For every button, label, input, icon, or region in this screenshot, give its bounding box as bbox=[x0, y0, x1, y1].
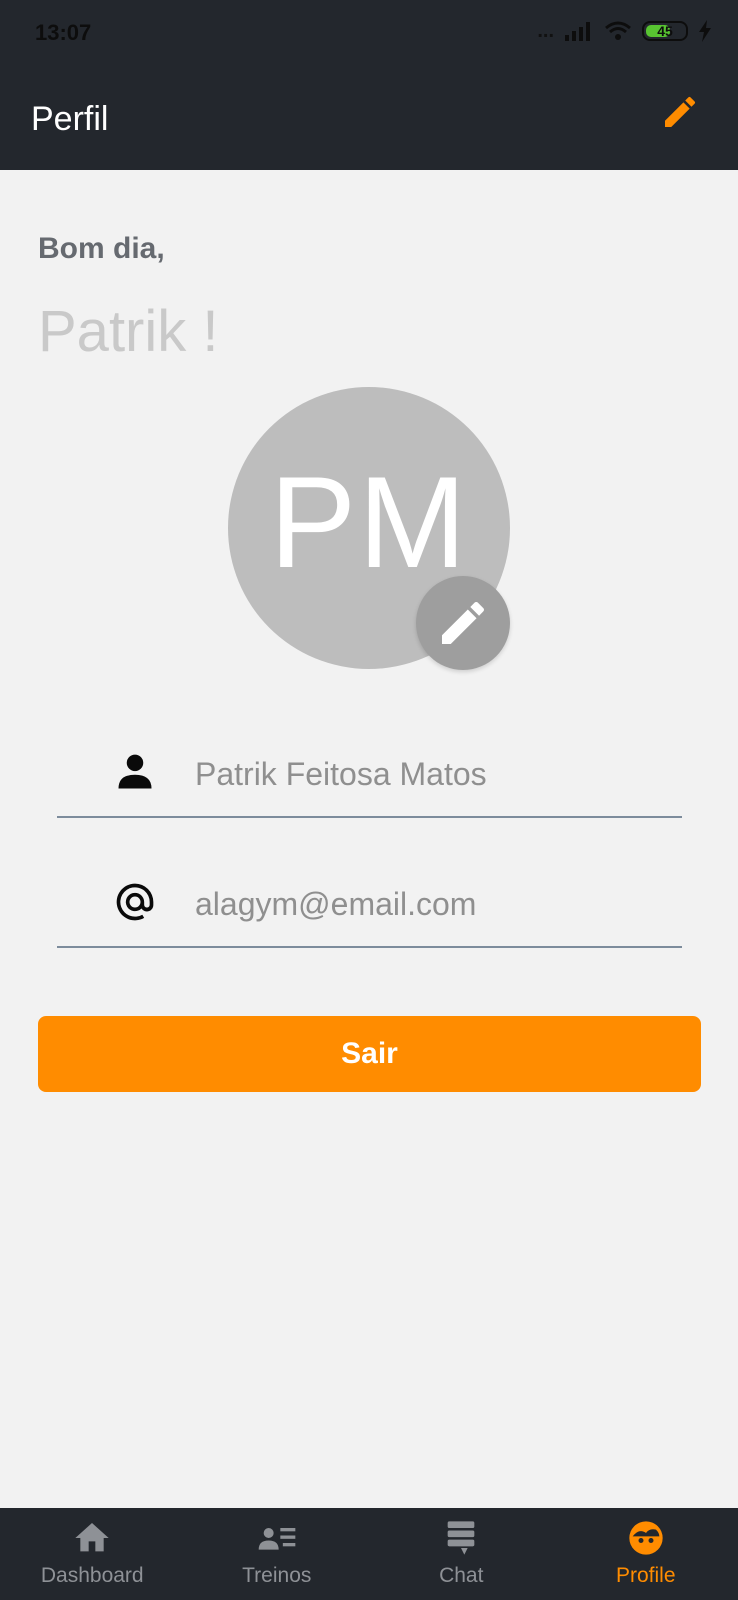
pencil-icon[interactable] bbox=[660, 92, 700, 132]
nav-item-treinos[interactable]: Treinos bbox=[185, 1508, 370, 1600]
avatar-initials: PM bbox=[269, 449, 469, 595]
status-icons: ... 45 bbox=[537, 20, 712, 42]
dots-icon: ... bbox=[537, 20, 554, 42]
nav-label-dashboard: Dashboard bbox=[40, 1564, 144, 1587]
battery-level: 45 bbox=[657, 23, 673, 39]
page-title: Perfil bbox=[31, 100, 109, 138]
greeting-text: Bom dia, bbox=[38, 232, 165, 265]
pencil-icon bbox=[442, 601, 485, 644]
email-field[interactable]: alagym@email.com bbox=[57, 856, 682, 948]
charging-icon bbox=[699, 20, 711, 42]
name-value: Patrik Feitosa Matos bbox=[195, 756, 487, 792]
status-time: 13:07 bbox=[35, 20, 92, 45]
nav-item-dashboard[interactable]: Dashboard bbox=[0, 1508, 185, 1600]
person-icon bbox=[118, 754, 152, 789]
top-app-bar: 13:07 ... 45 Perfil bbox=[0, 0, 738, 170]
signal-icon bbox=[565, 22, 590, 41]
chat-icon bbox=[447, 1521, 475, 1555]
bottom-nav: Dashboard Treinos Chat Profile bbox=[0, 1508, 738, 1600]
battery-icon: 45 bbox=[642, 21, 688, 41]
home-icon bbox=[75, 1523, 109, 1552]
wifi-icon bbox=[605, 21, 631, 40]
at-icon bbox=[116, 883, 154, 921]
avatar-edit-button[interactable] bbox=[416, 576, 510, 670]
status-bar: 13:07 ... 45 bbox=[0, 0, 738, 64]
nav-label-profile: Profile bbox=[615, 1564, 676, 1587]
nav-item-chat[interactable]: Chat bbox=[369, 1508, 554, 1600]
email-value: alagym@email.com bbox=[195, 886, 477, 922]
nav-item-profile[interactable]: Profile bbox=[554, 1508, 738, 1600]
logout-button[interactable]: Sair bbox=[38, 1016, 701, 1092]
nav-label-treinos: Treinos bbox=[242, 1564, 312, 1587]
profile-face-icon bbox=[629, 1521, 663, 1555]
nav-label-chat: Chat bbox=[439, 1564, 484, 1587]
list-person-icon bbox=[258, 1528, 296, 1550]
user-first-name: Patrik ! bbox=[38, 299, 219, 364]
name-field[interactable]: Patrik Feitosa Matos bbox=[57, 726, 682, 818]
